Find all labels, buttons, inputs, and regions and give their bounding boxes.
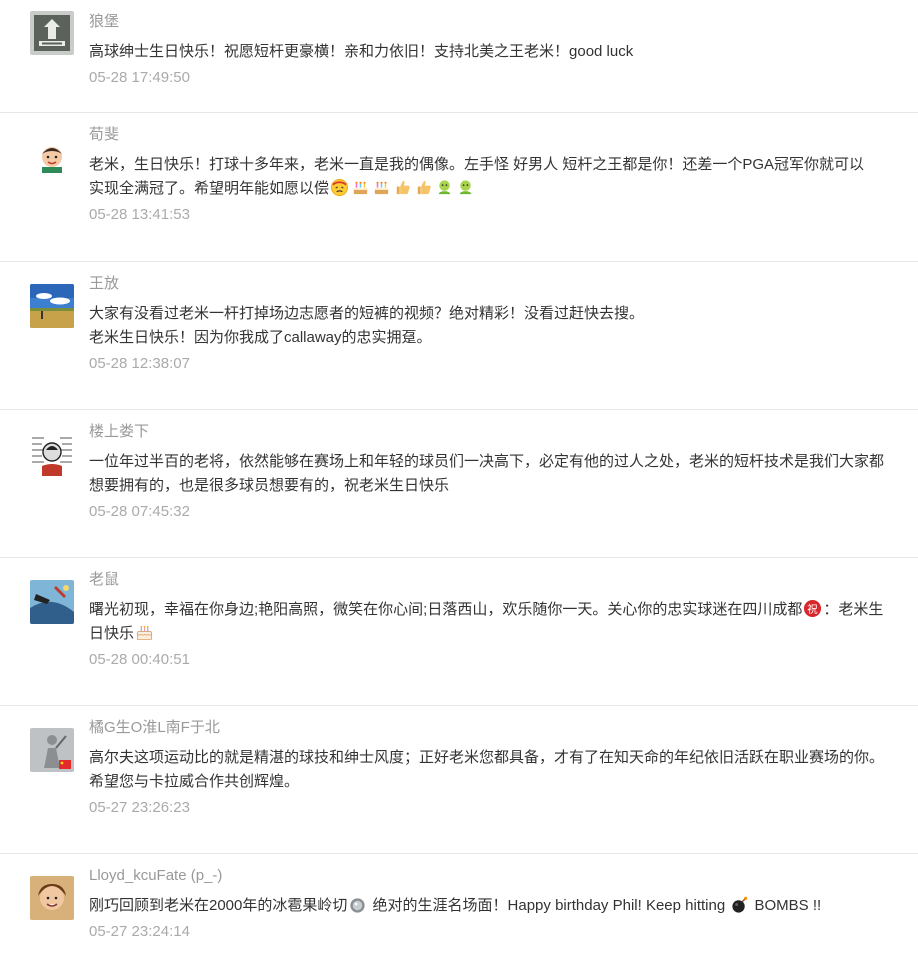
avatar-cartoon-face-icon [30,137,74,181]
thumbs-up-icon [414,178,433,197]
comment-item: 楼上娄下 一位年过半百的老将，依然能够在赛场上和年轻的球员们一决高下，必定有他的… [0,410,918,558]
comment-text: 大家有没看过老米一杆打掉场边志愿者的短裤的视频？绝对精彩！没看过赶快去搜。 老米… [89,305,645,346]
comment-timestamp: 05-27 23:24:14 [89,923,190,940]
avatar[interactable] [30,432,74,476]
avatar[interactable] [30,11,74,55]
avatar-landscape-icon [30,284,74,328]
comment-timestamp: 05-27 23:26:23 [89,799,190,816]
comment-author[interactable]: 楼上娄下 [89,422,149,442]
zhu-emoji-icon [803,599,822,618]
comment-text: 高尔夫这项运动比的就是精湛的球技和绅士风度；正好老米您都具备，才有了在知天命的年… [89,749,885,790]
comment-timestamp: 05-28 17:49:50 [89,69,190,86]
comment-text: 老米，生日快乐！打球十多年来，老米一直是我的偶像。左手怪 好男人 短杆之王都是你… [89,156,865,197]
comment-timestamp: 05-28 13:41:53 [89,206,190,223]
avatar[interactable] [30,137,74,181]
comment-author[interactable]: Lloyd_kcuFate (p_-) [89,866,222,886]
comment-timestamp: 05-28 12:38:07 [89,355,190,372]
comment-item: 老鼠 曙光初现，幸福在你身边;艳阳高照，微笑在你心间;日落西山，欢乐随你一天。关… [0,558,918,706]
golf-ball-icon [348,895,367,914]
bomb-icon [730,895,749,914]
comment-author[interactable]: 荀斐 [89,125,119,145]
cake-icon [372,178,391,197]
avatar-illustration-icon [30,580,74,624]
comment-text: 刚巧回顾到老米在2000年的冰雹果岭切 绝对的生涯名场面！Happy birth… [89,895,822,914]
comment-author[interactable]: 老鼠 [89,570,119,590]
avatar-sketch-icon [30,432,74,476]
comment-timestamp: 05-28 07:45:32 [89,503,190,520]
cake-icon [351,178,370,197]
comment-timestamp: 05-28 00:40:51 [89,651,190,668]
lucky-icon [435,178,454,197]
comment-item: 荀斐 老米，生日快乐！打球十多年来，老米一直是我的偶像。左手怪 好男人 短杆之王… [0,113,918,262]
comment-item: 狼堡 高球绅士生日快乐！祝愿短杆更豪横！亲和力依旧！支持北美之王老米！good … [0,0,918,113]
cake-icon [135,623,154,642]
avatar[interactable] [30,728,74,772]
comment-author[interactable]: 狼堡 [89,12,119,32]
dizzy-face-icon [330,178,349,197]
comment-author[interactable]: 橘G生O淮L南F于北 [89,718,220,738]
avatar[interactable] [30,876,74,920]
comment-item: 橘G生O淮L南F于北 高尔夫这项运动比的就是精湛的球技和绅士风度；正好老米您都具… [0,706,918,854]
comment-item: 王放 大家有没看过老米一杆打掉场边志愿者的短裤的视频？绝对精彩！没看过赶快去搜。… [0,262,918,410]
comment-text: 高球绅士生日快乐！祝愿短杆更豪横！亲和力依旧！支持北美之王老米！good luc… [89,43,634,60]
avatar-portrait-icon [30,876,74,920]
comment-item: Lloyd_kcuFate (p_-) 刚巧回顾到老米在2000年的冰雹果岭切 … [0,854,918,976]
comment-author[interactable]: 王放 [89,274,119,294]
thumbs-up-icon [393,178,412,197]
comment-text: 曙光初现，幸福在你身边;艳阳高照，微笑在你心间;日落西山，欢乐随你一天。关心你的… [89,599,884,642]
avatar-logo-dark-icon [30,11,74,55]
avatar[interactable] [30,284,74,328]
lucky-icon [456,178,475,197]
avatar[interactable] [30,580,74,624]
avatar-golfer-flag-icon [30,728,74,772]
comment-text: 一位年过半百的老将，依然能够在赛场上和年轻的球员们一决高下，必定有他的过人之处，… [89,453,885,494]
